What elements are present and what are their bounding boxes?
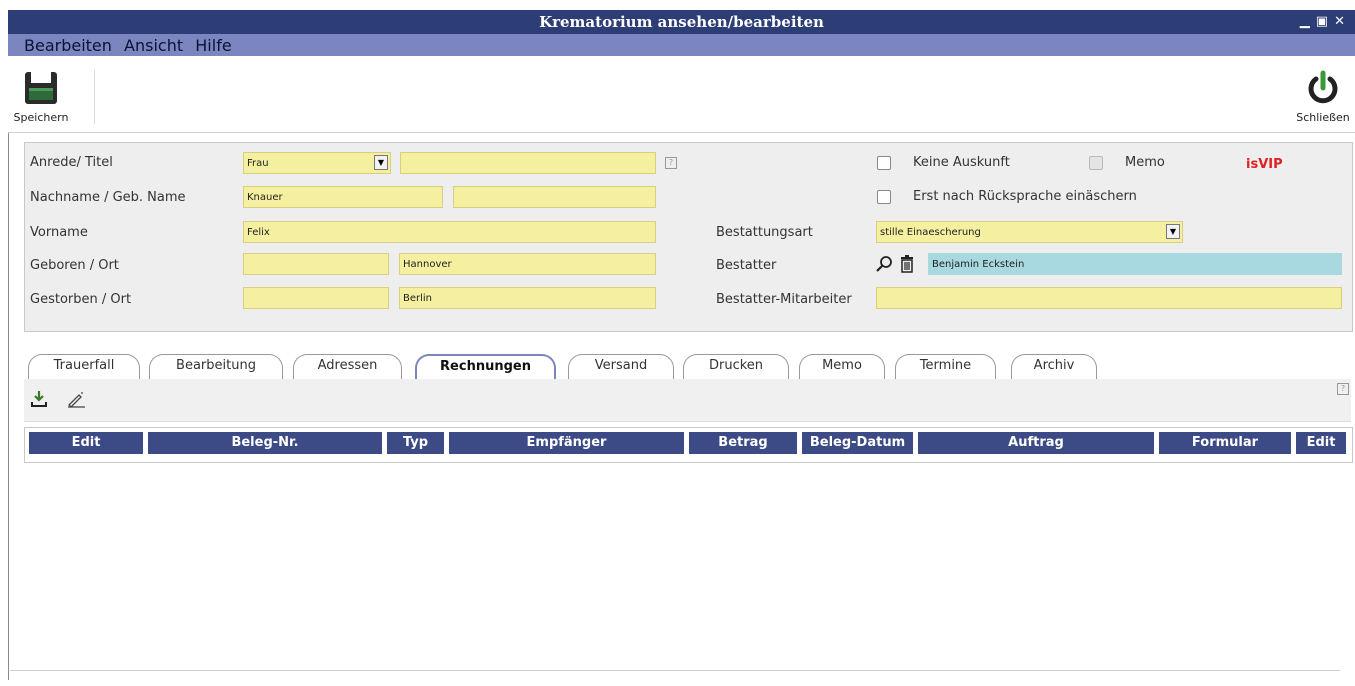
save-button[interactable]: Speichern	[10, 68, 72, 124]
anrede-value: Frau	[247, 158, 269, 169]
tab-trauerfall[interactable]: Trauerfall	[28, 354, 140, 380]
menu-bar: Bearbeiten Ansicht Hilfe	[8, 34, 1355, 56]
close-window-icon[interactable]: ✕	[1334, 14, 1351, 29]
tab-drucken[interactable]: Drucken	[683, 354, 789, 380]
bestattungsart-value: stille Einaescherung	[880, 227, 981, 238]
nachname-input[interactable]: Knauer	[243, 186, 443, 208]
vip-badge: isVIP	[1246, 157, 1283, 172]
grid-header-edit[interactable]: Edit	[29, 432, 143, 454]
grid-header-beleg-nr[interactable]: Beleg-Nr.	[148, 432, 382, 454]
mitarbeiter-label: Bestatter-Mitarbeiter	[716, 292, 852, 307]
chevron-down-icon[interactable]: ▼	[374, 155, 388, 170]
memo-label: Memo	[1125, 155, 1165, 170]
save-label: Speichern	[13, 111, 69, 124]
minimize-icon[interactable]: ▁	[1300, 14, 1316, 29]
geboren-label: Geboren / Ort	[30, 258, 119, 273]
trash-icon[interactable]	[899, 255, 915, 273]
download-icon[interactable]	[30, 390, 48, 408]
tab-memo[interactable]: Memo	[799, 354, 885, 380]
bestattungsart-select[interactable]: stille Einaescherung ▼	[876, 221, 1183, 243]
bestatter-field[interactable]: Benjamin Eckstein	[928, 253, 1342, 275]
grid-header-empfaenger[interactable]: Empfänger	[449, 432, 684, 454]
keine-auskunft-checkbox[interactable]	[877, 156, 891, 170]
grid-header-betrag[interactable]: Betrag	[689, 432, 797, 454]
tab-versand[interactable]: Versand	[568, 354, 674, 380]
memo-checkbox[interactable]	[1089, 156, 1103, 170]
help-icon[interactable]: ?	[1337, 383, 1349, 395]
invoice-grid: Edit Beleg-Nr. Typ Empfänger Betrag Bele…	[24, 427, 1353, 463]
titel-input[interactable]	[400, 152, 656, 174]
floppy-disk-icon	[25, 72, 57, 104]
close-label: Schließen	[1296, 111, 1350, 124]
gestorben-ort-input[interactable]: Berlin	[399, 287, 656, 309]
tab-adressen[interactable]: Adressen	[293, 354, 402, 380]
grid-header-edit-2[interactable]: Edit	[1296, 432, 1346, 454]
vorname-input[interactable]: Felix	[243, 221, 656, 243]
menu-bearbeiten[interactable]: Bearbeiten	[24, 34, 112, 55]
tab-termine[interactable]: Termine	[895, 354, 996, 380]
tab-bearbeitung[interactable]: Bearbeitung	[149, 354, 283, 380]
mitarbeiter-input[interactable]	[876, 287, 1342, 309]
geb-name-input[interactable]	[453, 186, 656, 208]
grid-header-formular[interactable]: Formular	[1159, 432, 1291, 454]
grid-header-beleg-datum[interactable]: Beleg-Datum	[802, 432, 913, 454]
gestorben-date-input[interactable]	[243, 287, 389, 309]
tab-archiv[interactable]: Archiv	[1011, 354, 1097, 380]
keine-auskunft-label: Keine Auskunft	[913, 155, 1010, 170]
anrede-label: Anrede/ Titel	[30, 155, 113, 170]
tab-rechnungen[interactable]: Rechnungen	[415, 354, 556, 380]
bestatter-label: Bestatter	[716, 258, 777, 273]
geboren-date-input[interactable]	[243, 253, 389, 275]
tab-toolbar: ?	[24, 379, 1351, 422]
geboren-ort-input[interactable]: Hannover	[399, 253, 656, 275]
toolbar: Speichern Schließen	[8, 56, 1355, 133]
erst-checkbox[interactable]	[877, 190, 891, 204]
search-icon[interactable]	[875, 255, 893, 273]
vorname-label: Vorname	[30, 225, 88, 240]
chevron-down-icon[interactable]: ▼	[1166, 224, 1180, 239]
grid-header-typ[interactable]: Typ	[387, 432, 444, 454]
bestattungsart-label: Bestattungsart	[716, 225, 813, 240]
maximize-icon[interactable]: ▣	[1316, 14, 1334, 29]
window-controls: ▁▣✕	[1300, 14, 1351, 29]
erst-label: Erst nach Rücksprache einäschern	[913, 189, 1137, 204]
gestorben-label: Gestorben / Ort	[30, 292, 132, 307]
anrede-select[interactable]: Frau ▼	[243, 152, 391, 174]
window-title: Krematorium ansehen/bearbeiten	[539, 13, 824, 31]
footer-divider	[10, 670, 1340, 671]
nachname-label: Nachname / Geb. Name	[30, 190, 186, 205]
menu-hilfe[interactable]: Hilfe	[195, 34, 231, 55]
power-icon	[1308, 70, 1338, 104]
window-titlebar: Krematorium ansehen/bearbeiten ▁▣✕	[8, 10, 1355, 34]
toolbar-separator	[94, 70, 95, 124]
grid-header-auftrag[interactable]: Auftrag	[918, 432, 1154, 454]
close-button[interactable]: Schließen	[1292, 68, 1354, 124]
edit-pencil-icon[interactable]	[66, 390, 86, 408]
menu-ansicht[interactable]: Ansicht	[124, 34, 183, 55]
help-icon[interactable]: ?	[665, 157, 677, 169]
